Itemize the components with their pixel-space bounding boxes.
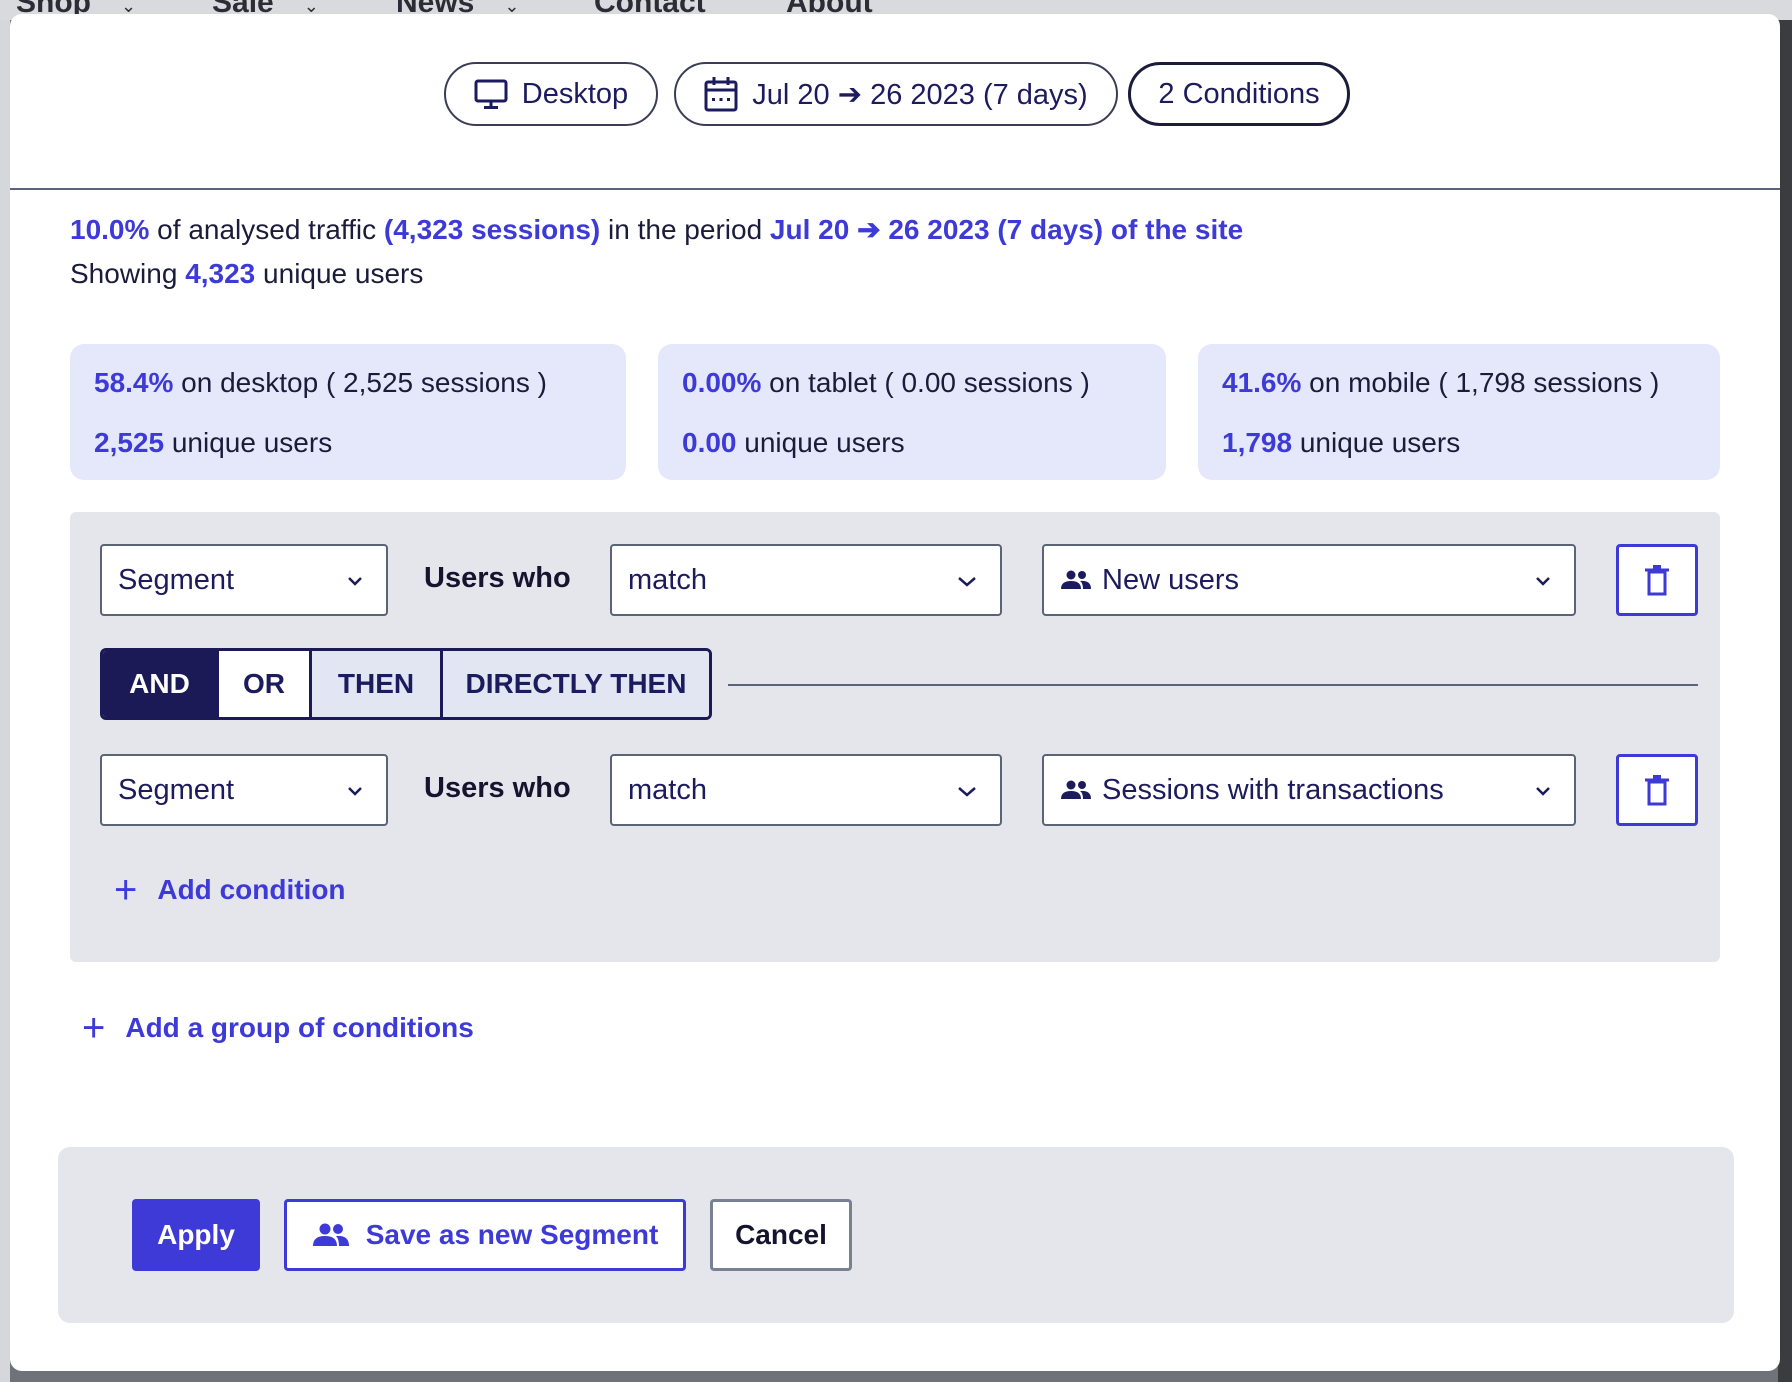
condition-segment-select[interactable]: Sessions with transactions xyxy=(1042,754,1576,826)
modal-footer: Apply Save as new Segment Cancel xyxy=(58,1147,1734,1323)
users-icon xyxy=(1061,780,1091,799)
save-segment-button[interactable]: Save as new Segment xyxy=(284,1199,686,1271)
date-range-pill[interactable]: Jul 20 ➔ 26 2023 (7 days) xyxy=(674,62,1118,126)
desktop-card: 58.4% on desktop ( 2,525 sessions ) 2,52… xyxy=(70,344,626,480)
add-group-button[interactable]: + Add a group of conditions xyxy=(82,1008,474,1048)
device-breakdown: 58.4% on desktop ( 2,525 sessions ) 2,52… xyxy=(70,344,1720,480)
conditions-pill[interactable]: 2 Conditions xyxy=(1128,62,1350,126)
delete-condition-button[interactable] xyxy=(1616,544,1698,616)
trash-icon xyxy=(1645,775,1669,806)
page-background-right xyxy=(1778,20,1792,1382)
users-icon xyxy=(312,1223,349,1246)
chevron-down-icon xyxy=(958,787,976,797)
conditions-label: 2 Conditions xyxy=(1158,77,1320,110)
device-filter-pill[interactable]: Desktop xyxy=(444,62,658,126)
segment-modal: Desktop Jul 20 ➔ 26 2023 (7 days) 2 Cond… xyxy=(10,14,1780,1371)
chevron-down-icon xyxy=(348,577,362,586)
condition-operator-select[interactable]: match xyxy=(610,544,1002,616)
summary-line-1: 10.0% of analysed traffic (4,323 session… xyxy=(70,214,1244,245)
users-icon xyxy=(1061,570,1091,589)
desktop-icon xyxy=(474,79,508,109)
users-who-label: Users who xyxy=(424,772,571,804)
tablet-card: 0.00% on tablet ( 0.00 sessions ) 0.00 u… xyxy=(658,344,1166,480)
logic-operator-toggle: AND OR THEN DIRECTLY THEN xyxy=(100,648,712,720)
filter-bar: Desktop Jul 20 ➔ 26 2023 (7 days) 2 Cond… xyxy=(10,14,1780,190)
trash-icon xyxy=(1645,565,1669,596)
plus-icon: + xyxy=(114,868,138,912)
summary-line-2: Showing 4,323 unique users xyxy=(70,258,424,289)
condition-type-select[interactable]: Segment xyxy=(100,544,388,616)
condition-segment-select[interactable]: New users xyxy=(1042,544,1576,616)
logic-then-button[interactable]: THEN xyxy=(312,651,443,717)
condition-group: Segment Users who match New users AND OR… xyxy=(70,512,1720,962)
logic-directly-then-button[interactable]: DIRECTLY THEN xyxy=(443,651,709,717)
mobile-card: 41.6% on mobile ( 1,798 sessions ) 1,798… xyxy=(1198,344,1720,480)
page-background-left xyxy=(0,20,10,1382)
apply-button[interactable]: Apply xyxy=(132,1199,260,1271)
device-filter-label: Desktop xyxy=(521,77,629,110)
delete-condition-button[interactable] xyxy=(1616,754,1698,826)
chevron-down-icon xyxy=(1536,577,1550,586)
date-range-label: Jul 20 ➔ 26 2023 (7 days) xyxy=(752,78,1088,111)
users-who-label: Users who xyxy=(424,562,571,594)
divider xyxy=(728,684,1698,686)
cancel-button[interactable]: Cancel xyxy=(710,1199,852,1271)
calendar-icon xyxy=(704,77,738,112)
add-condition-button[interactable]: + Add condition xyxy=(114,870,346,910)
chevron-down-icon xyxy=(348,787,362,796)
logic-and-button[interactable]: AND xyxy=(103,651,219,717)
condition-operator-select[interactable]: match xyxy=(610,754,1002,826)
condition-type-select[interactable]: Segment xyxy=(100,754,388,826)
traffic-summary: 10.0% of analysed traffic (4,323 session… xyxy=(70,208,1243,296)
plus-icon: + xyxy=(82,1006,106,1050)
logic-or-button[interactable]: OR xyxy=(219,651,312,717)
chevron-down-icon xyxy=(958,577,976,587)
chevron-down-icon xyxy=(1536,787,1550,796)
